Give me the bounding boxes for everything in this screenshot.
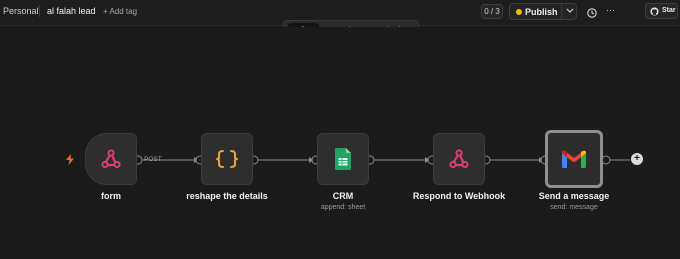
node-label-send: Send a message bbox=[538, 191, 610, 201]
chevron-down-icon bbox=[566, 8, 574, 13]
publish-label: Publish bbox=[525, 7, 558, 17]
webhook-icon bbox=[449, 149, 469, 169]
gmail-icon bbox=[562, 150, 586, 168]
publish-status-dot bbox=[516, 9, 522, 15]
add-node-button[interactable]: + bbox=[631, 153, 643, 165]
node-reshape-the-details[interactable] bbox=[201, 133, 253, 185]
webhook-icon bbox=[101, 149, 121, 169]
breadcrumb-separator bbox=[39, 5, 40, 17]
workflow-canvas[interactable]: POST form reshape the details CRM append… bbox=[0, 27, 680, 259]
output-handle[interactable] bbox=[601, 155, 611, 165]
node-label-reshape: reshape the details bbox=[186, 191, 268, 201]
node-form[interactable] bbox=[85, 133, 137, 185]
star-label: Star bbox=[662, 7, 676, 14]
publish-button[interactable]: Publish bbox=[509, 3, 577, 20]
node-send-a-message[interactable] bbox=[545, 130, 603, 188]
history-icon bbox=[587, 8, 597, 18]
history-button[interactable] bbox=[586, 6, 598, 18]
publish-dropdown-button[interactable] bbox=[561, 4, 577, 19]
add-tag-button[interactable]: + Add tag bbox=[103, 7, 137, 16]
node-respond-to-webhook[interactable] bbox=[433, 133, 485, 185]
more-options-button[interactable]: ··· bbox=[606, 5, 615, 15]
workflow-counter: 0 / 3 bbox=[481, 4, 503, 19]
node-label-form: form bbox=[101, 191, 121, 201]
google-sheets-icon bbox=[335, 148, 351, 170]
workflow-name[interactable]: al falah lead bbox=[47, 6, 96, 16]
node-label-crm: CRM bbox=[332, 191, 354, 201]
node-label-respond: Respond to Webhook bbox=[412, 191, 506, 201]
trigger-bolt-icon bbox=[66, 154, 74, 165]
edge-label-method: POST bbox=[144, 156, 162, 163]
node-subtitle-send: send: message bbox=[550, 204, 598, 211]
github-star-button[interactable]: Star bbox=[645, 3, 678, 19]
node-crm[interactable] bbox=[317, 133, 369, 185]
node-subtitle-crm: append: sheet bbox=[320, 204, 366, 211]
github-icon bbox=[650, 7, 659, 16]
code-braces-icon bbox=[216, 150, 238, 168]
breadcrumb-project[interactable]: Personal bbox=[3, 6, 39, 16]
